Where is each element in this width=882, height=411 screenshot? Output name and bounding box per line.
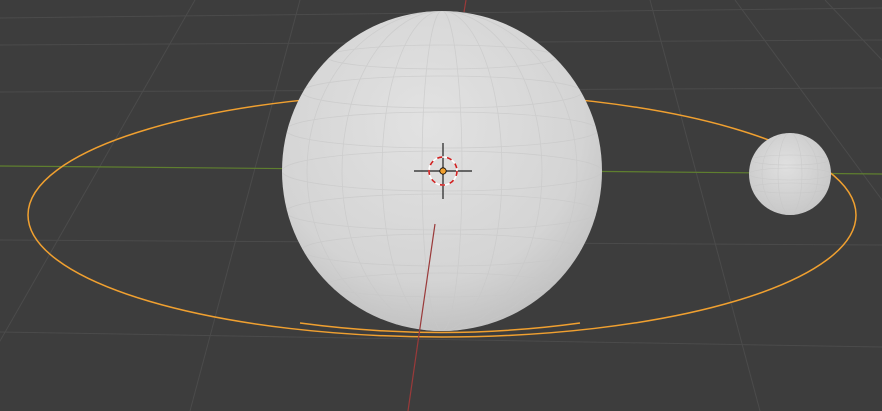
x-axis-line-top [463,0,467,13]
small-sphere[interactable] [749,133,831,215]
3d-viewport[interactable] [0,0,882,411]
object-origin [439,167,447,175]
viewport-canvas[interactable] [0,0,882,411]
